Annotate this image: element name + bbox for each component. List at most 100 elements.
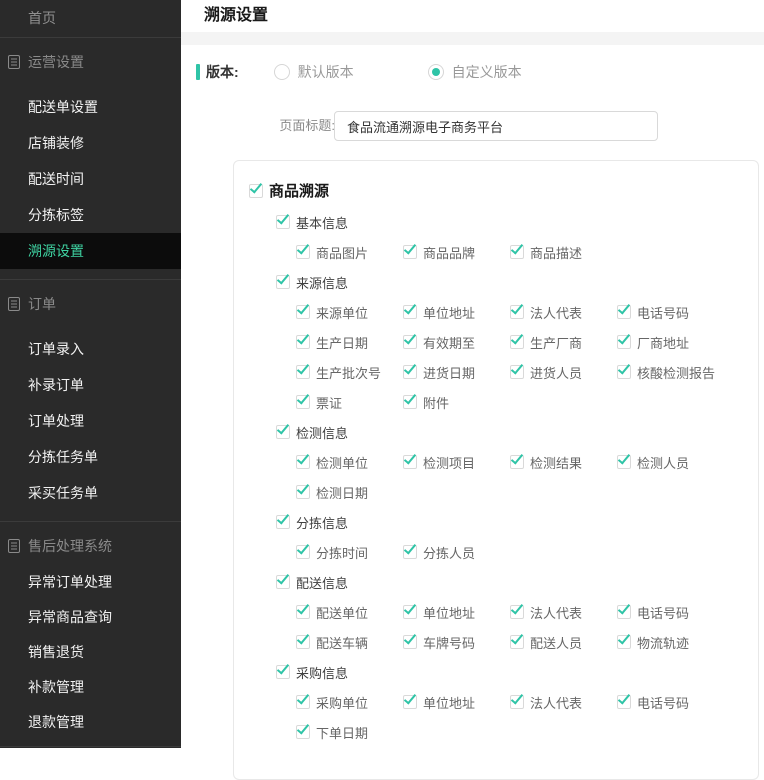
tree-leaf[interactable]: 物流轨迹 (617, 631, 689, 652)
tree-leaf[interactable]: 来源单位 (296, 301, 403, 322)
radio-selected-icon[interactable] (427, 64, 444, 80)
sidebar-item-abnormal-order-processing[interactable]: 异常订单处理 (0, 565, 181, 600)
checkbox-checked[interactable] (403, 361, 417, 379)
tree-group-basic-info[interactable]: 基本信息 (234, 207, 758, 237)
tree-leaf[interactable]: 有效期至 (403, 331, 510, 352)
checkbox-checked[interactable] (510, 631, 524, 649)
checkbox-checked[interactable] (510, 301, 524, 319)
checkbox-checked[interactable] (403, 391, 417, 409)
checkbox-checked[interactable] (510, 451, 524, 469)
checkbox-checked[interactable] (296, 481, 310, 499)
radio-option-default-version[interactable]: 默认版本 (273, 62, 354, 82)
checkbox-checked[interactable] (296, 391, 310, 409)
tree-leaf[interactable]: 附件 (403, 391, 449, 412)
tree-leaf[interactable]: 电话号码 (617, 301, 689, 322)
checkbox-checked[interactable] (617, 631, 631, 649)
sidebar-item-shop-decoration[interactable]: 店铺装修 (0, 125, 181, 161)
checkbox-checked[interactable] (296, 601, 310, 619)
tree-leaf[interactable]: 分拣人员 (403, 541, 475, 562)
checkbox-checked[interactable] (510, 691, 524, 709)
tree-group-test-info[interactable]: 检测信息 (234, 417, 758, 447)
checkbox-checked[interactable] (296, 631, 310, 649)
checkbox-checked[interactable] (403, 331, 417, 349)
radio-option-custom-version[interactable]: 自定义版本 (427, 62, 522, 82)
checkbox-checked[interactable] (617, 301, 631, 319)
tree-leaf[interactable]: 商品图片 (296, 241, 403, 262)
sidebar-item-home[interactable]: 首页 (0, 0, 181, 37)
checkbox-checked[interactable] (296, 301, 310, 319)
tree-leaf[interactable]: 商品品牌 (403, 241, 510, 262)
tree-leaf[interactable]: 单位地址 (403, 691, 510, 712)
checkbox-checked[interactable] (276, 661, 290, 679)
sidebar-item-sorting-label[interactable]: 分拣标签 (0, 197, 181, 233)
tree-leaf[interactable]: 法人代表 (510, 691, 617, 712)
tree-leaf[interactable]: 配送单位 (296, 601, 403, 622)
tree-leaf[interactable]: 检测人员 (617, 451, 689, 472)
checkbox-checked[interactable] (617, 451, 631, 469)
tree-leaf[interactable]: 检测项目 (403, 451, 510, 472)
tree-leaf[interactable]: 生产厂商 (510, 331, 617, 352)
sidebar-item-delivery-note-settings[interactable]: 配送单设置 (0, 89, 181, 125)
checkbox-checked[interactable] (276, 511, 290, 529)
tree-leaf[interactable]: 配送人员 (510, 631, 617, 652)
sidebar-item-order-processing[interactable]: 订单处理 (0, 403, 181, 439)
checkbox-checked[interactable] (403, 301, 417, 319)
checkbox-checked[interactable] (296, 691, 310, 709)
tree-leaf[interactable]: 生产日期 (296, 331, 403, 352)
sidebar-item-refund-management[interactable]: 退款管理 (0, 705, 181, 740)
tree-leaf[interactable]: 厂商地址 (617, 331, 689, 352)
checkbox-checked[interactable] (617, 331, 631, 349)
checkbox-checked[interactable] (403, 601, 417, 619)
tree-group-sorting-info[interactable]: 分拣信息 (234, 507, 758, 537)
sidebar-item-order-entry[interactable]: 订单录入 (0, 331, 181, 367)
checkbox-checked[interactable] (510, 601, 524, 619)
tree-leaf[interactable]: 电话号码 (617, 691, 689, 712)
sidebar-item-supplement-order[interactable]: 补录订单 (0, 367, 181, 403)
tree-leaf[interactable]: 检测结果 (510, 451, 617, 472)
tree-group-source-info[interactable]: 来源信息 (234, 267, 758, 297)
sidebar-item-supplement-payment[interactable]: 补款管理 (0, 670, 181, 705)
tree-group-purchase-info[interactable]: 采购信息 (234, 657, 758, 687)
checkbox-checked[interactable] (296, 361, 310, 379)
tree-leaf[interactable]: 车牌号码 (403, 631, 510, 652)
tree-root-row[interactable]: 商品溯源 (234, 174, 758, 207)
checkbox-checked[interactable] (276, 211, 290, 229)
checkbox-checked[interactable] (617, 601, 631, 619)
page-title-input[interactable] (334, 111, 658, 141)
checkbox-checked[interactable] (276, 571, 290, 589)
tree-leaf[interactable]: 进货人员 (510, 361, 617, 382)
checkbox-checked[interactable] (617, 361, 631, 379)
tree-leaf[interactable]: 检测日期 (296, 481, 368, 502)
tree-leaf[interactable]: 分拣时间 (296, 541, 403, 562)
tree-leaf[interactable]: 电话号码 (617, 601, 689, 622)
checkbox-checked[interactable] (403, 541, 417, 559)
tree-leaf[interactable]: 下单日期 (296, 721, 368, 742)
tree-leaf[interactable]: 检测单位 (296, 451, 403, 472)
tree-leaf[interactable]: 采购单位 (296, 691, 403, 712)
sidebar-item-sorting-task-list[interactable]: 分拣任务单 (0, 439, 181, 475)
checkbox-checked[interactable] (296, 541, 310, 559)
sidebar-item-traceability-settings[interactable]: 溯源设置 (0, 233, 181, 269)
tree-leaf[interactable]: 单位地址 (403, 601, 510, 622)
tree-leaf[interactable]: 法人代表 (510, 301, 617, 322)
checkbox-checked[interactable] (249, 179, 263, 198)
tree-leaf[interactable]: 核酸检测报告 (617, 361, 715, 382)
checkbox-checked[interactable] (296, 721, 310, 739)
checkbox-checked[interactable] (510, 331, 524, 349)
checkbox-checked[interactable] (296, 451, 310, 469)
tree-leaf[interactable]: 法人代表 (510, 601, 617, 622)
sidebar-item-purchase-task-list[interactable]: 采买任务单 (0, 475, 181, 511)
tree-leaf[interactable]: 票证 (296, 391, 403, 412)
checkbox-checked[interactable] (403, 451, 417, 469)
tree-leaf[interactable]: 进货日期 (403, 361, 510, 382)
tree-group-delivery-info[interactable]: 配送信息 (234, 567, 758, 597)
checkbox-checked[interactable] (617, 691, 631, 709)
checkbox-checked[interactable] (510, 241, 524, 259)
checkbox-checked[interactable] (403, 241, 417, 259)
checkbox-checked[interactable] (403, 631, 417, 649)
checkbox-checked[interactable] (403, 691, 417, 709)
checkbox-checked[interactable] (276, 421, 290, 439)
checkbox-checked[interactable] (276, 271, 290, 289)
sidebar-item-delivery-time[interactable]: 配送时间 (0, 161, 181, 197)
checkbox-checked[interactable] (296, 241, 310, 259)
